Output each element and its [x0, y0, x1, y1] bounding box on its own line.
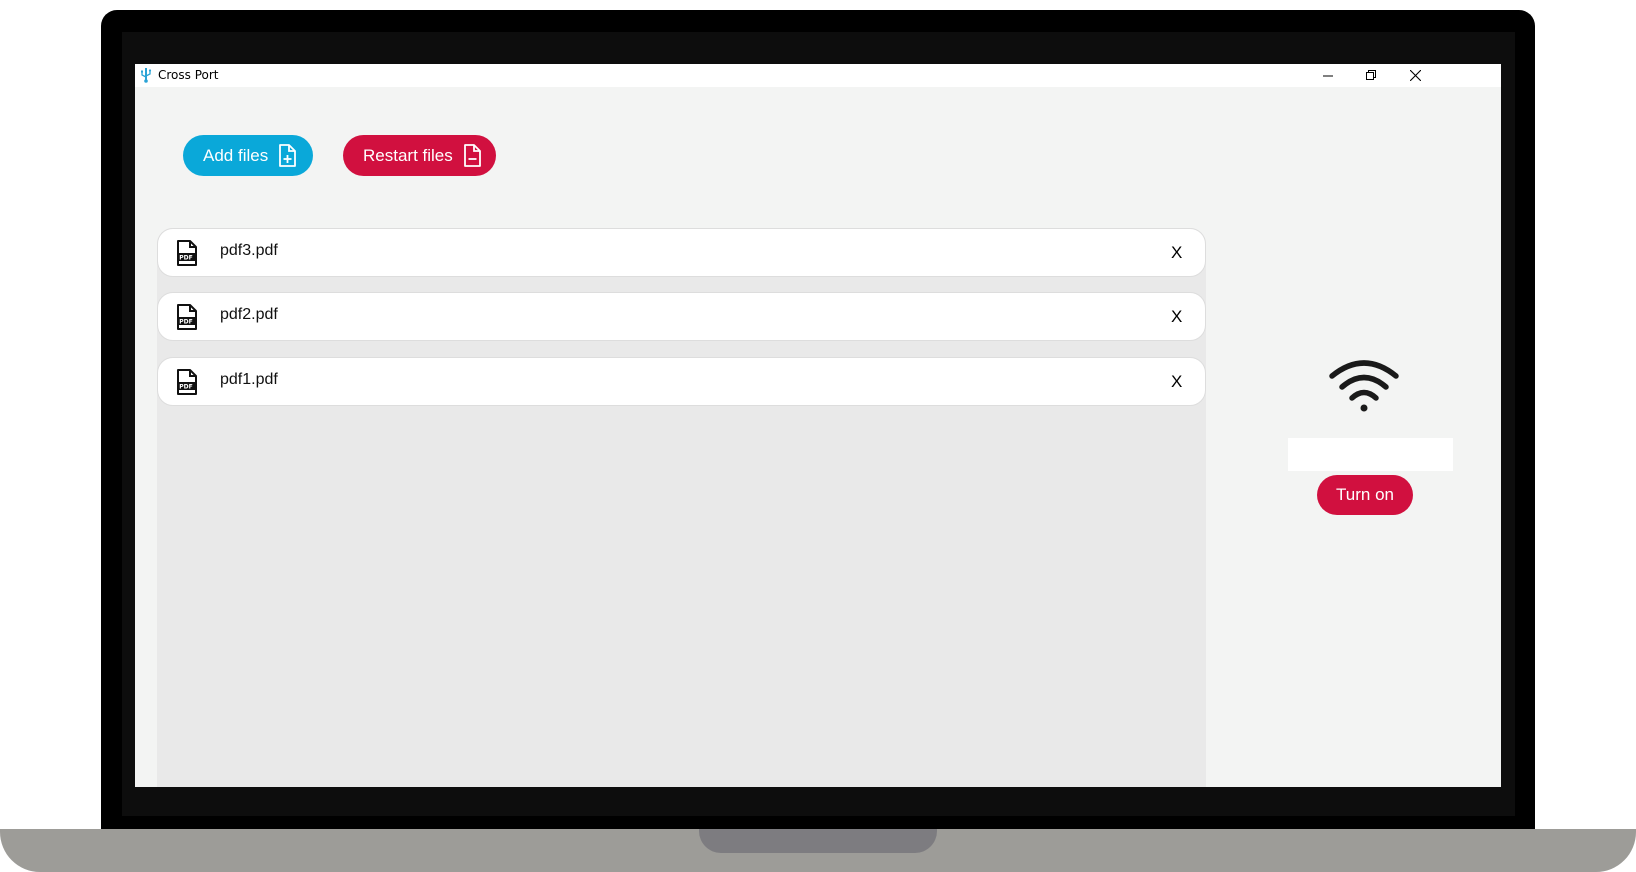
restore-icon	[1365, 70, 1376, 80]
laptop-notch	[699, 829, 937, 853]
window-title: Cross Port	[158, 68, 219, 82]
turn-on-button[interactable]: Turn on	[1317, 475, 1413, 515]
close-icon	[1409, 70, 1421, 81]
add-files-button[interactable]: Add files	[183, 135, 313, 176]
file-list-item[interactable]: PDF pdf3.pdf X	[157, 228, 1206, 277]
remove-file-button[interactable]: X	[1171, 307, 1182, 327]
usb-app-icon	[141, 68, 152, 83]
remove-file-button[interactable]: X	[1171, 243, 1182, 263]
add-files-label: Add files	[203, 145, 269, 165]
minimize-button[interactable]	[1305, 64, 1351, 87]
turn-on-label: Turn on	[1336, 485, 1394, 504]
file-name: pdf3.pdf	[220, 242, 278, 259]
svg-text:PDF: PDF	[179, 255, 192, 262]
wifi-icon	[1329, 360, 1399, 412]
svg-text:PDF: PDF	[179, 319, 192, 326]
file-name: pdf1.pdf	[220, 371, 278, 388]
minimize-icon	[1322, 75, 1333, 77]
pdf-file-icon: PDF	[177, 369, 197, 395]
pdf-file-icon: PDF	[177, 304, 197, 330]
app-window: Cross Port Add files Restart files PDF p…	[135, 64, 1501, 787]
restart-files-label: Restart files	[363, 145, 453, 165]
connection-status-field[interactable]	[1288, 438, 1453, 471]
file-add-icon	[279, 143, 297, 167]
close-button[interactable]	[1392, 64, 1438, 87]
file-list-item[interactable]: PDF pdf2.pdf X	[157, 292, 1206, 341]
svg-text:PDF: PDF	[179, 384, 192, 391]
file-list-item[interactable]: PDF pdf1.pdf X	[157, 357, 1206, 406]
pdf-file-icon: PDF	[177, 240, 197, 266]
file-remove-icon	[463, 143, 481, 167]
remove-file-button[interactable]: X	[1171, 372, 1182, 392]
restore-button[interactable]	[1348, 64, 1394, 87]
titlebar: Cross Port	[135, 64, 1501, 87]
restart-files-button[interactable]: Restart files	[343, 135, 496, 176]
file-name: pdf2.pdf	[220, 306, 278, 323]
